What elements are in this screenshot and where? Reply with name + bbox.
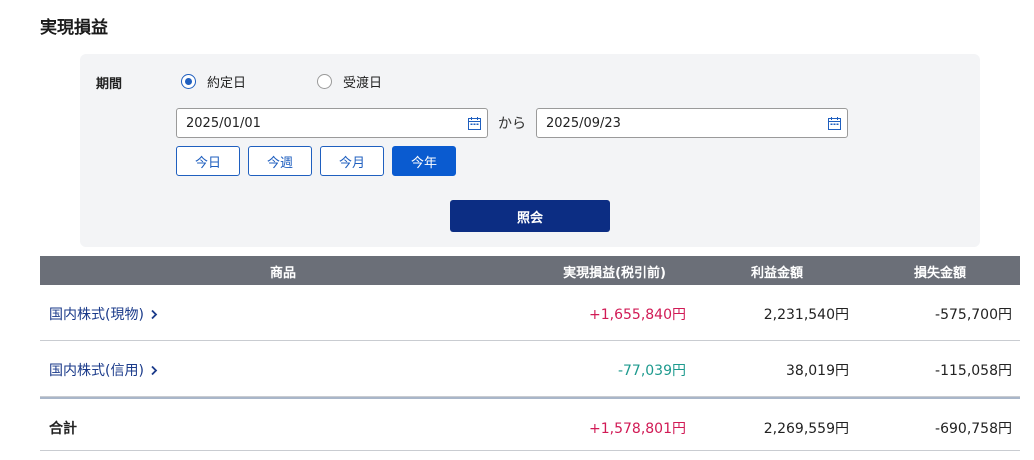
date-to-input[interactable]: 2025/09/23 bbox=[536, 108, 848, 138]
radio-delivery-date[interactable]: 受渡日 bbox=[317, 72, 382, 91]
chevron-right-icon bbox=[150, 309, 158, 320]
realized-pl-value: -77,039円 bbox=[617, 363, 686, 379]
total-realized-pl-value: +1,578,801円 bbox=[589, 421, 686, 437]
date-from-input[interactable]: 2025/01/01 bbox=[176, 108, 488, 138]
page-title: 実現損益 bbox=[40, 18, 108, 38]
radio-label: 受渡日 bbox=[343, 76, 383, 91]
date-range-separator: から bbox=[498, 116, 526, 132]
profit-value: 2,231,540円 bbox=[763, 307, 849, 323]
table-row: 国内株式(現物) +1,655,840円 2,231,540円 -575,700… bbox=[40, 285, 1020, 341]
header-profit: 利益金額 bbox=[750, 266, 803, 281]
chevron-right-icon bbox=[150, 365, 158, 376]
table-row: 国内株式(信用) -77,039円 38,019円 -115,058円 bbox=[40, 341, 1020, 397]
calendar-icon[interactable] bbox=[467, 116, 481, 130]
quick-button-this-month[interactable]: 今月 bbox=[320, 146, 384, 176]
radio-circle bbox=[317, 74, 332, 89]
header-loss: 損失金額 bbox=[913, 266, 966, 281]
product-name: 国内株式(信用) bbox=[49, 363, 144, 379]
realized-pl-value: +1,655,840円 bbox=[589, 307, 686, 323]
table-total-row: 合計 +1,578,801円 2,269,559円 -690,758円 bbox=[40, 397, 1020, 451]
radio-contract-date[interactable]: 約定日 bbox=[181, 72, 246, 91]
profit-value: 38,019円 bbox=[786, 363, 849, 379]
product-link-margin-stock[interactable]: 国内株式(信用) bbox=[49, 360, 158, 380]
loss-value: -115,058円 bbox=[935, 363, 1012, 379]
inquiry-button[interactable]: 照会 bbox=[450, 200, 610, 232]
total-loss-value: -690,758円 bbox=[935, 421, 1012, 437]
quick-button-today[interactable]: 今日 bbox=[176, 146, 240, 176]
total-label: 合計 bbox=[49, 421, 77, 437]
date-to-value: 2025/09/23 bbox=[546, 115, 621, 131]
header-product: 商品 bbox=[270, 266, 297, 281]
period-label: 期間 bbox=[96, 77, 123, 92]
product-link-cash-stock[interactable]: 国内株式(現物) bbox=[49, 304, 158, 324]
header-realized-pl: 実現損益(税引前) bbox=[563, 266, 666, 281]
calendar-icon[interactable] bbox=[827, 116, 841, 130]
filter-panel: 期間 約定日 受渡日 2025/01/01 から 2025/09/23 今日 今… bbox=[80, 54, 980, 247]
table-header: 商品 実現損益(税引前) 利益金額 損失金額 bbox=[40, 256, 1020, 285]
quick-button-this-year[interactable]: 今年 bbox=[392, 146, 456, 176]
realized-pl-table: 商品 実現損益(税引前) 利益金額 損失金額 国内株式(現物) +1,655,8… bbox=[40, 256, 1020, 451]
total-profit-value: 2,269,559円 bbox=[763, 421, 849, 437]
product-name: 国内株式(現物) bbox=[49, 307, 144, 323]
radio-circle-selected bbox=[181, 74, 196, 89]
loss-value: -575,700円 bbox=[935, 307, 1012, 323]
date-from-value: 2025/01/01 bbox=[186, 115, 261, 131]
radio-label: 約定日 bbox=[207, 76, 247, 91]
quick-button-this-week[interactable]: 今週 bbox=[248, 146, 312, 176]
